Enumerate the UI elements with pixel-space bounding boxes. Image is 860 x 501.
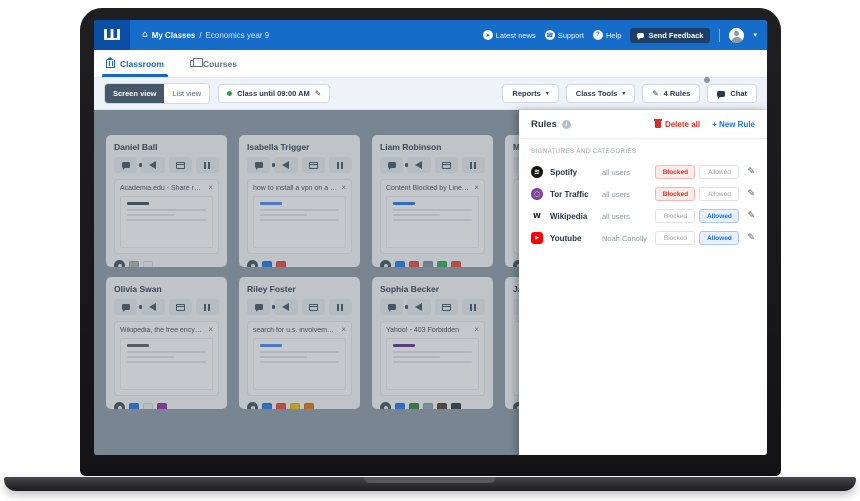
allowed-toggle[interactable]: Allowed — [699, 165, 739, 179]
trash-icon — [655, 121, 661, 128]
toolbar-right-group: Reports ▾ Class Tools ▾ ✎ 4 Rules Chat — [502, 84, 757, 103]
chat-notification-dot — [703, 76, 711, 84]
rule-scope: all users — [602, 190, 655, 199]
delete-all-button[interactable]: Delete all — [655, 120, 700, 129]
send-feedback-label: Send Feedback — [648, 31, 703, 40]
list-view-button[interactable]: List view — [164, 84, 209, 103]
home-icon[interactable]: ⌂ — [142, 30, 148, 40]
laptop-notch — [364, 477, 496, 483]
rule-name: Tor Traffic — [550, 190, 602, 199]
feedback-bubble-icon — [637, 33, 644, 38]
help-link[interactable]: ? Help — [593, 30, 621, 40]
new-rule-button[interactable]: + New Rule — [712, 120, 755, 129]
tab-classroom[interactable]: Classroom — [106, 50, 164, 77]
class-tools-caret-icon: ▾ — [622, 90, 625, 97]
latest-news-label: Latest news — [496, 31, 536, 40]
rule-scope: all users — [602, 168, 655, 177]
support-icon: ☎ — [545, 30, 555, 40]
info-icon[interactable]: i — [562, 120, 571, 129]
breadcrumb-my-classes[interactable]: My Classes — [152, 31, 196, 40]
screen-view-label: Screen view — [113, 89, 156, 98]
tab-courses[interactable]: Courses — [190, 50, 237, 77]
blocked-toggle[interactable]: Blocked — [655, 165, 695, 179]
blocked-toggle[interactable]: Blocked — [655, 187, 695, 201]
rules-button[interactable]: ✎ 4 Rules — [642, 84, 700, 103]
wikipedia-icon: W — [531, 210, 543, 222]
send-feedback-button[interactable]: Send Feedback — [630, 28, 710, 43]
rules-actions: Delete all + New Rule — [655, 120, 755, 129]
view-toggle: Screen view List view — [104, 83, 210, 104]
chat-icon — [717, 91, 725, 97]
rules-panel: Rules i Delete all + New Rule SIGNATURES… — [519, 110, 767, 455]
class-tools-label: Class Tools — [576, 89, 618, 98]
edit-rule-icon[interactable]: ✎ — [747, 189, 755, 199]
class-toolbar: Screen view List view Class until 09:00 … — [94, 78, 767, 110]
rule-scope: all users — [602, 212, 655, 221]
allowed-toggle[interactable]: Allowed — [699, 231, 739, 245]
blocked-toggle[interactable]: Blocked — [655, 209, 695, 223]
nav-divider — [719, 29, 720, 42]
rules-section-label: SIGNATURES AND CATEGORIES — [519, 139, 767, 161]
breadcrumb: ⌂ My Classes / Economics year 9 — [142, 30, 269, 40]
class-timer-label: Class until 09:00 AM — [237, 89, 310, 98]
rules-edit-icon: ✎ — [652, 89, 658, 98]
class-timer-button[interactable]: Class until 09:00 AM ✎ — [218, 84, 330, 103]
reports-caret-icon: ▾ — [546, 90, 549, 97]
app-screen: Ш ⌂ My Classes / Economics year 9 ➤ Late… — [94, 20, 767, 455]
help-icon: ? — [593, 30, 603, 40]
rule-name: Spotify — [550, 168, 602, 177]
rules-count-label: 4 Rules — [664, 89, 691, 98]
nav-right-group: ➤ Latest news ☎ Support ? Help Send Feed… — [483, 28, 767, 43]
edit-rule-icon[interactable]: ✎ — [747, 211, 755, 221]
laptop-frame: Ш ⌂ My Classes / Economics year 9 ➤ Late… — [80, 8, 781, 476]
support-label: Support — [558, 31, 584, 40]
rule-name: Youtube — [550, 234, 602, 243]
edit-rule-icon[interactable]: ✎ — [747, 233, 755, 243]
linewize-logo[interactable]: Ш — [94, 20, 130, 50]
tab-classroom-label: Classroom — [120, 59, 164, 69]
breadcrumb-current-class: Economics year 9 — [206, 31, 270, 40]
latest-news-icon: ➤ — [483, 30, 493, 40]
blocked-toggle[interactable]: Blocked — [655, 231, 695, 245]
top-navbar: Ш ⌂ My Classes / Economics year 9 ➤ Late… — [94, 20, 767, 50]
courses-icon — [190, 60, 198, 67]
chat-label: Chat — [730, 89, 747, 98]
allowed-toggle[interactable]: Allowed — [699, 187, 739, 201]
laptop-base — [4, 477, 856, 491]
rules-title: Rules — [531, 119, 557, 130]
tab-courses-label: Courses — [203, 59, 237, 69]
class-active-dot — [227, 91, 232, 96]
allowed-toggle[interactable]: Allowed — [699, 209, 739, 223]
screen-view-button[interactable]: Screen view — [105, 84, 164, 103]
user-menu-caret-icon[interactable]: ▾ — [753, 31, 757, 39]
breadcrumb-separator: / — [199, 31, 201, 40]
rule-name: Wikipedia — [550, 212, 602, 221]
rule-row-tor-traffic: ○ Tor Traffic all users Blocked Allowed … — [519, 183, 767, 205]
chat-button[interactable]: Chat — [707, 84, 757, 103]
rule-scope: Noah Conolly — [602, 234, 655, 243]
rule-row-wikipedia: W Wikipedia all users Blocked Allowed ✎ — [519, 205, 767, 227]
rules-panel-header: Rules i Delete all + New Rule — [519, 110, 767, 139]
edit-rule-icon[interactable]: ✎ — [747, 167, 755, 177]
class-timer-edit-icon[interactable]: ✎ — [315, 89, 321, 98]
reports-label: Reports — [512, 89, 540, 98]
support-link[interactable]: ☎ Support — [545, 30, 584, 40]
main-area: Daniel Ball Academia.edu - Share resea..… — [94, 110, 767, 455]
reports-dropdown[interactable]: Reports ▾ — [502, 84, 558, 103]
spotify-icon: ≋ — [531, 166, 543, 178]
delete-all-label: Delete all — [665, 120, 700, 129]
latest-news-link[interactable]: ➤ Latest news — [483, 30, 536, 40]
tor-icon: ○ — [531, 188, 543, 200]
user-avatar[interactable] — [729, 28, 744, 43]
logo-glyph: Ш — [103, 26, 122, 44]
page-tabbar: Classroom Courses — [94, 50, 767, 78]
help-label: Help — [606, 31, 621, 40]
youtube-icon: ▶ — [531, 232, 543, 244]
list-view-label: List view — [172, 89, 201, 98]
classroom-icon — [106, 60, 115, 68]
class-tools-dropdown[interactable]: Class Tools ▾ — [566, 84, 636, 103]
rule-row-youtube: ▶ Youtube Noah Conolly Blocked Allowed ✎ — [519, 227, 767, 249]
rule-row-spotify: ≋ Spotify all users Blocked Allowed ✎ — [519, 161, 767, 183]
